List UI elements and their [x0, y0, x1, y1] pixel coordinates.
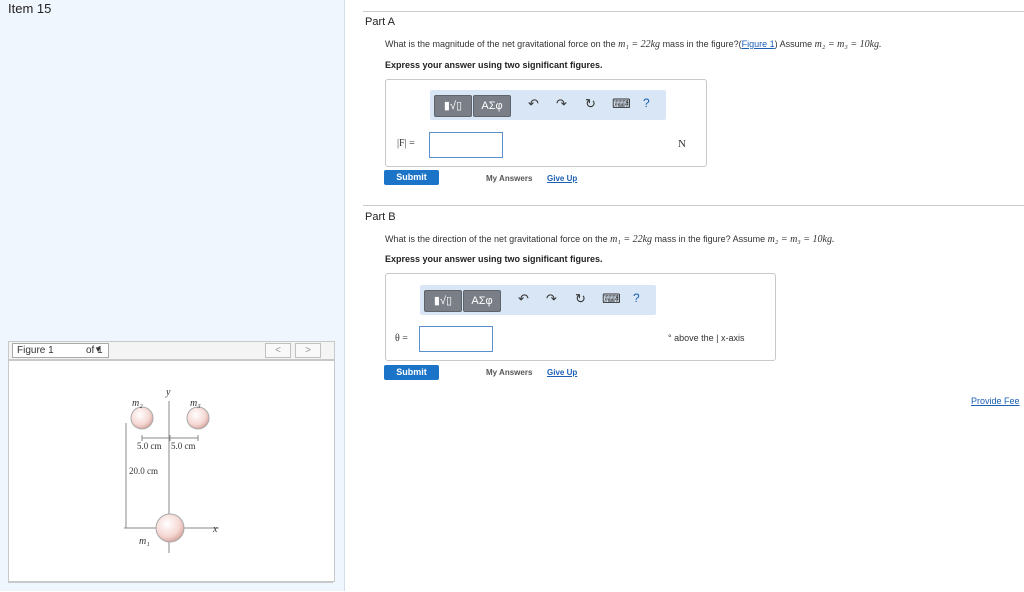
keyboard-icon[interactable]: ⌨: [602, 291, 621, 307]
mass-m2: [130, 406, 154, 430]
part-a-toolbar: ▮√▯ ΑΣφ ↶ ↷ ↻ ⌨ ?: [430, 90, 666, 120]
part-a-question-post: ) Assume: [774, 39, 813, 49]
symbols-button[interactable]: ΑΣφ: [463, 290, 501, 312]
part-b-submit-button[interactable]: Submit: [384, 365, 439, 380]
figure-selector-label: Figure 1: [17, 345, 54, 356]
help-icon[interactable]: ?: [643, 96, 650, 110]
part-b-m1-expr: m₁ = 22kg: [610, 234, 653, 245]
label-d3: 20.0 cm: [129, 466, 158, 476]
part-b-input-label: θ =: [395, 333, 408, 344]
part-b-question: What is the direction of the net gravita…: [385, 234, 834, 245]
figure-nav-bar: Figure 1 ▼ of 1 < >: [8, 341, 335, 360]
part-a-question-mid: mass in the figure?(: [662, 39, 742, 49]
part-a-answer-input[interactable]: [429, 132, 503, 158]
figure-link[interactable]: Figure 1: [742, 39, 775, 49]
part-b-question-mid: mass in the figure? Assume: [654, 234, 766, 244]
part-b-question-text: What is the direction of the net gravita…: [385, 234, 608, 244]
part-b-answer-input[interactable]: [419, 326, 493, 352]
part-a-instruction: Express your answer using two significan…: [385, 60, 603, 70]
figure-next-button[interactable]: >: [295, 343, 321, 358]
mass-m3: [186, 406, 210, 430]
undo-icon[interactable]: ↶: [528, 96, 539, 112]
help-icon[interactable]: ?: [633, 291, 640, 305]
label-d2: 5.0 cm: [171, 441, 196, 451]
label-x: x: [212, 524, 218, 535]
label-d1: 5.0 cm: [137, 441, 162, 451]
redo-icon[interactable]: ↷: [556, 96, 567, 112]
figure-prev-button[interactable]: <: [265, 343, 291, 358]
part-a-input-label: |F| =: [397, 138, 415, 149]
part-b-title: Part B: [365, 211, 396, 223]
label-y: y: [165, 387, 171, 398]
part-b-unit: ° above the | x-axis: [668, 333, 745, 343]
redo-icon[interactable]: ↷: [546, 291, 557, 307]
part-a-answer-box: ▮√▯ ΑΣφ ↶ ↷ ↻ ⌨ ? |F| = N: [385, 79, 707, 167]
reset-icon[interactable]: ↻: [585, 96, 596, 112]
part-a-title: Part A: [365, 16, 395, 28]
keyboard-icon[interactable]: ⌨: [612, 96, 631, 112]
figure-diagram: m₂ m₃ y x m₁ 5.0 cm 5.0 cm 20.0 cm: [124, 387, 219, 553]
mass-m1: [155, 513, 185, 543]
left-panel: Item 15 Figure 1 ▼ of 1 < > m₂ m₃ y x m₁…: [0, 0, 345, 591]
label-m3: m₃: [190, 398, 201, 409]
figure-count: of 1: [86, 345, 103, 356]
label-m1: m₁: [139, 536, 150, 547]
symbols-button[interactable]: ΑΣφ: [473, 95, 511, 117]
part-a-question-text: What is the magnitude of the net gravita…: [385, 39, 616, 49]
label-m2: m₂: [132, 398, 143, 409]
part-a-divider: [363, 11, 1024, 12]
reset-icon[interactable]: ↻: [575, 291, 586, 307]
part-b-give-up-link[interactable]: Give Up: [547, 368, 577, 377]
part-a-submit-button[interactable]: Submit: [384, 170, 439, 185]
part-a-assume-expr: m₂ = m₃ = 10kg.: [814, 39, 882, 50]
figure-panel: m₂ m₃ y x m₁ 5.0 cm 5.0 cm 20.0 cm: [8, 360, 335, 582]
part-b-instruction: Express your answer using two significan…: [385, 254, 603, 264]
part-b-assume-expr: m₂ = m₃ = 10kg.: [767, 234, 835, 245]
provide-feedback-link[interactable]: Provide Fee: [971, 396, 1020, 406]
part-a-question: What is the magnitude of the net gravita…: [385, 39, 882, 50]
part-b-divider: [363, 205, 1024, 206]
templates-button[interactable]: ▮√▯: [434, 95, 472, 117]
part-b-answer-box: ▮√▯ ΑΣφ ↶ ↷ ↻ ⌨ ? θ = ° above the | x-ax…: [385, 273, 776, 361]
part-a-m1-expr: m₁ = 22kg: [618, 39, 661, 50]
part-b-my-answers-label: My Answers: [486, 368, 533, 377]
part-a-give-up-link[interactable]: Give Up: [547, 174, 577, 183]
item-title: Item 15: [8, 1, 52, 16]
part-b-toolbar: ▮√▯ ΑΣφ ↶ ↷ ↻ ⌨ ?: [420, 285, 656, 315]
templates-button[interactable]: ▮√▯: [424, 290, 462, 312]
part-a-my-answers-label: My Answers: [486, 174, 533, 183]
part-a-unit: N: [678, 138, 686, 150]
undo-icon[interactable]: ↶: [518, 291, 529, 307]
